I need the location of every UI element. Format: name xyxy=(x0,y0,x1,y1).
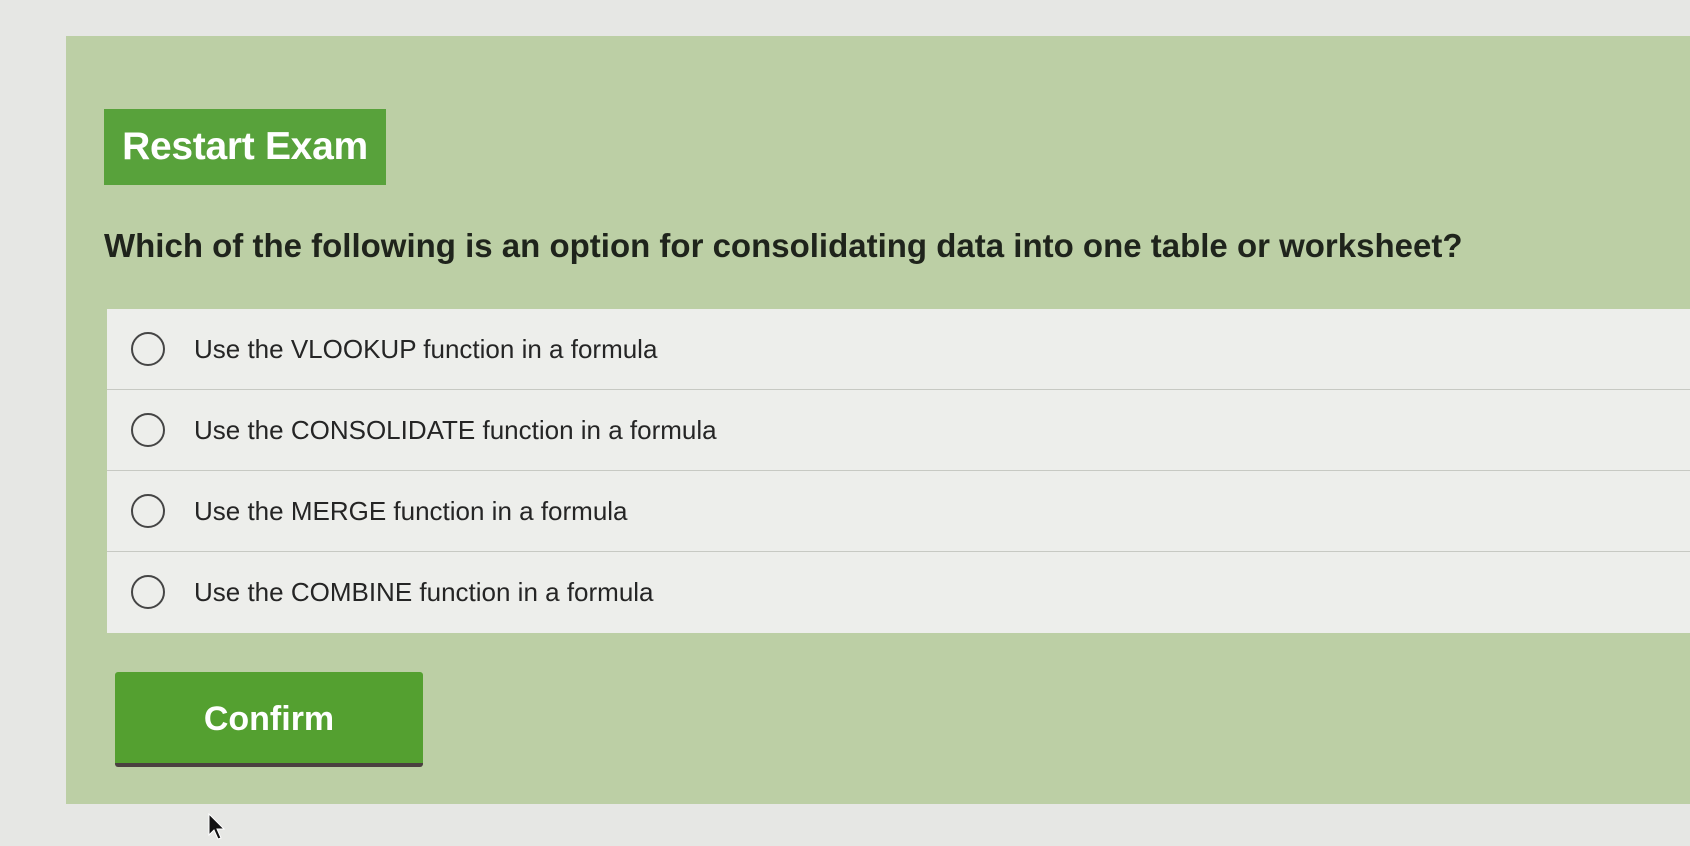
confirm-button[interactable]: Confirm xyxy=(115,672,423,767)
answer-option-label: Use the MERGE function in a formula xyxy=(194,495,628,526)
answer-options-list: Use the VLOOKUP function in a formula Us… xyxy=(107,309,1690,633)
radio-unchecked-icon[interactable] xyxy=(131,413,165,447)
mouse-pointer-icon xyxy=(208,813,226,840)
answer-option-2[interactable]: Use the CONSOLIDATE function in a formul… xyxy=(107,390,1690,471)
answer-option-1[interactable]: Use the VLOOKUP function in a formula xyxy=(107,309,1690,390)
answer-option-3[interactable]: Use the MERGE function in a formula xyxy=(107,471,1690,552)
answer-option-label: Use the VLOOKUP function in a formula xyxy=(194,333,658,364)
question-text: Which of the following is an option for … xyxy=(104,227,1463,264)
answer-option-label: Use the CONSOLIDATE function in a formul… xyxy=(194,414,717,445)
restart-exam-button[interactable]: Restart Exam xyxy=(104,109,386,185)
radio-unchecked-icon[interactable] xyxy=(131,494,165,528)
radio-unchecked-icon[interactable] xyxy=(131,575,165,609)
answer-option-4[interactable]: Use the COMBINE function in a formula xyxy=(107,552,1690,632)
radio-unchecked-icon[interactable] xyxy=(131,332,165,366)
answer-option-label: Use the COMBINE function in a formula xyxy=(194,576,654,607)
